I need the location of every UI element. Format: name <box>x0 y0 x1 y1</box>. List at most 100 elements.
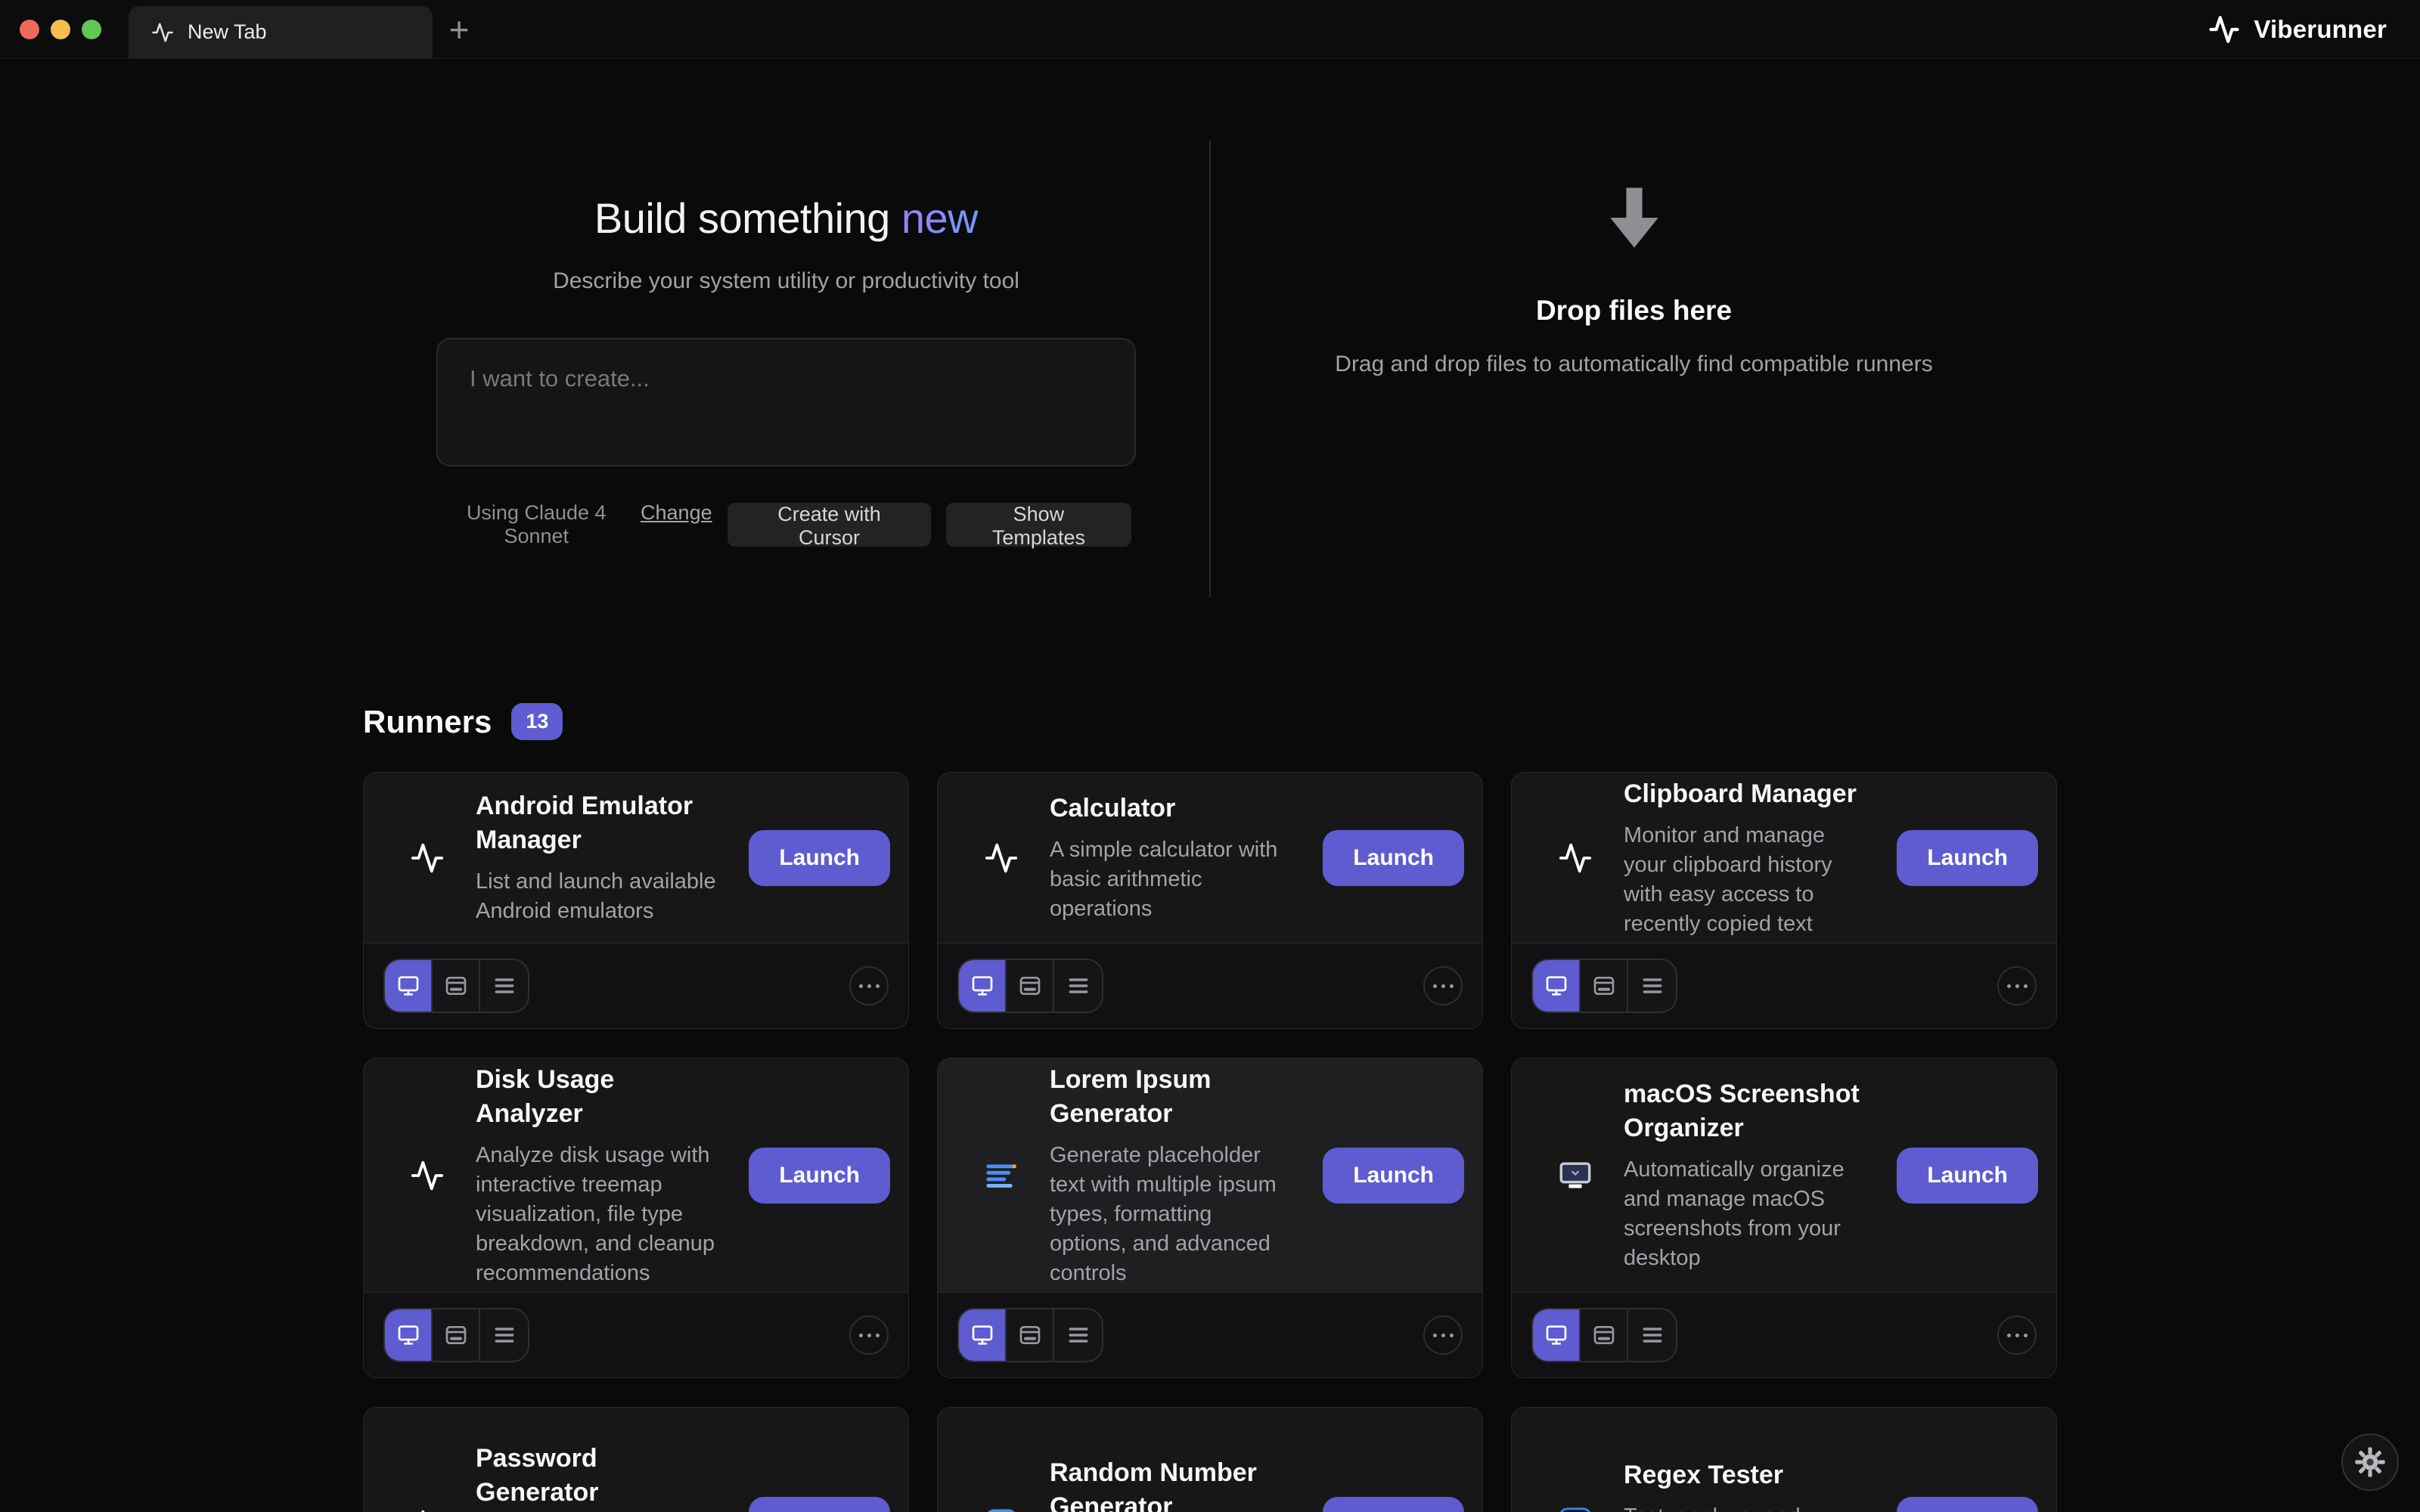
page-subtitle: Describe your system utility or producti… <box>553 268 1019 294</box>
runner-description: Automatically organize and manage macOS … <box>1624 1155 1868 1273</box>
runners-count-badge: 13 <box>511 703 563 740</box>
launch-button[interactable]: Launch <box>749 830 890 886</box>
launch-button[interactable]: Launch <box>1323 1148 1464 1204</box>
runner-card: macOS Screenshot Organizer Automatically… <box>1511 1058 2057 1378</box>
runner-card: Calculator A simple calculator with basi… <box>937 772 1483 1029</box>
runner-description: Test, analyze, and understand regular ex… <box>1624 1502 1868 1512</box>
runner-description: List and launch available Android emulat… <box>476 867 720 926</box>
builder-panel: Build something new Describe your system… <box>363 141 1209 597</box>
window-icon[interactable] <box>1581 960 1628 1012</box>
view-mode-segmented-control <box>957 1308 1103 1362</box>
runner-card: Regex Tester Test, analyze, and understa… <box>1511 1407 2057 1512</box>
monitor-icon[interactable] <box>959 1309 1007 1361</box>
dropzone[interactable]: Drop files here Drag and drop files to a… <box>1209 141 2057 597</box>
runner-title: Password Generator <box>476 1442 720 1510</box>
title-highlight: new <box>901 194 978 242</box>
runner-title: Regex Tester <box>1624 1458 1868 1492</box>
runner-title: Lorem Ipsum Generator <box>1050 1063 1294 1131</box>
window-icon[interactable] <box>1007 1309 1054 1361</box>
monitor-icon[interactable] <box>1533 960 1581 1012</box>
runner-card: Disk Usage Analyzer Analyze disk usage w… <box>363 1058 909 1378</box>
dice-icon <box>982 1508 1021 1512</box>
runners-grid: Android Emulator Manager List and launch… <box>363 772 2057 1512</box>
screen-icon <box>1556 1158 1595 1193</box>
list-icon[interactable] <box>1054 1309 1102 1361</box>
brand-label: Viberunner <box>2254 15 2387 44</box>
arrow-down-icon <box>1606 187 1662 248</box>
activity-icon <box>408 1507 447 1512</box>
view-mode-segmented-control <box>383 959 529 1013</box>
activity-icon <box>408 841 447 875</box>
close-window-button[interactable] <box>20 20 39 39</box>
runners-heading: Runners <box>363 704 492 740</box>
titlebar: New Tab + Viberunner <box>0 0 2420 59</box>
list-icon[interactable] <box>1054 960 1102 1012</box>
list-icon[interactable] <box>1628 1309 1676 1361</box>
runner-description: Analyze disk usage with interactive tree… <box>476 1141 720 1288</box>
launch-button[interactable]: Launch <box>749 1148 890 1204</box>
tab-new-tab[interactable]: New Tab <box>129 6 433 58</box>
runner-title: macOS Screenshot Organizer <box>1624 1077 1868 1145</box>
ellipsis-icon[interactable] <box>849 966 889 1005</box>
window-icon[interactable] <box>1007 960 1054 1012</box>
window-icon[interactable] <box>433 960 480 1012</box>
runner-title: Disk Usage Analyzer <box>476 1063 720 1131</box>
window-icon[interactable] <box>1581 1309 1628 1361</box>
view-mode-segmented-control <box>383 1308 529 1362</box>
activity-icon <box>1556 841 1595 875</box>
zoom-window-button[interactable] <box>82 20 101 39</box>
list-icon[interactable] <box>480 1309 528 1361</box>
monitor-icon[interactable] <box>385 1309 433 1361</box>
hero-section: Build something new Describe your system… <box>363 141 2057 597</box>
runner-card: Clipboard Manager Monitor and manage you… <box>1511 772 2057 1029</box>
runner-title: Random Number Generator <box>1050 1456 1294 1512</box>
create-with-cursor-button[interactable]: Create with Cursor <box>728 503 932 547</box>
launch-button[interactable]: Launch <box>1323 830 1464 886</box>
runner-title: Android Emulator Manager <box>476 789 720 857</box>
list-icon[interactable] <box>1628 960 1676 1012</box>
monitor-icon[interactable] <box>959 960 1007 1012</box>
ellipsis-icon[interactable] <box>1423 966 1463 1005</box>
launch-button[interactable]: Launch <box>1897 1497 2038 1512</box>
regex-icon <box>1556 1507 1595 1512</box>
show-templates-button[interactable]: Show Templates <box>946 503 1131 547</box>
monitor-icon[interactable] <box>1533 1309 1581 1361</box>
runner-title: Calculator <box>1050 792 1294 826</box>
monitor-icon[interactable] <box>385 960 433 1012</box>
brand: Viberunner <box>2208 0 2387 58</box>
runner-description: A simple calculator with basic arithmeti… <box>1050 835 1294 924</box>
ellipsis-icon[interactable] <box>849 1315 889 1355</box>
runner-title: Clipboard Manager <box>1624 777 1868 811</box>
list-icon[interactable] <box>480 960 528 1012</box>
ellipsis-icon[interactable] <box>1997 1315 2037 1355</box>
launch-button[interactable]: Launch <box>1323 1497 1464 1512</box>
launch-button[interactable]: Launch <box>1897 1148 2038 1204</box>
runner-description: Generate placeholder text with multiple … <box>1050 1141 1294 1288</box>
runner-description: Monitor and manage your clipboard histor… <box>1624 821 1868 939</box>
activity-icon <box>982 841 1021 875</box>
activity-icon <box>151 21 174 44</box>
launch-button[interactable]: Launch <box>1897 830 2038 886</box>
activity-icon <box>408 1158 447 1193</box>
runner-card: Random Number Generator Generate random … <box>937 1407 1483 1512</box>
new-tab-button[interactable]: + <box>433 0 486 58</box>
gear-icon[interactable] <box>2341 1433 2399 1491</box>
model-info: Using Claude 4 Sonnet Change <box>442 501 712 548</box>
runner-card: Password Generator Generate secure passw… <box>363 1407 909 1512</box>
view-mode-segmented-control <box>1531 1308 1677 1362</box>
change-model-link[interactable]: Change <box>641 501 712 525</box>
view-mode-segmented-control <box>1531 959 1677 1013</box>
runners-header: Runners 13 <box>363 703 2057 740</box>
launch-button[interactable]: Launch <box>749 1497 890 1512</box>
view-mode-segmented-control <box>957 959 1103 1013</box>
ellipsis-icon[interactable] <box>1423 1315 1463 1355</box>
dropzone-subtitle: Drag and drop files to automatically fin… <box>1320 346 1948 382</box>
ellipsis-icon[interactable] <box>1997 966 2037 1005</box>
prompt-input[interactable] <box>436 338 1136 466</box>
runner-card: Lorem Ipsum Generator Generate placehold… <box>937 1058 1483 1378</box>
minimize-window-button[interactable] <box>51 20 70 39</box>
dropzone-title: Drop files here <box>1536 295 1732 327</box>
window-icon[interactable] <box>433 1309 480 1361</box>
runners-section: Runners 13 Android Emulator Manager List… <box>363 703 2057 1512</box>
runner-card: Android Emulator Manager List and launch… <box>363 772 909 1029</box>
